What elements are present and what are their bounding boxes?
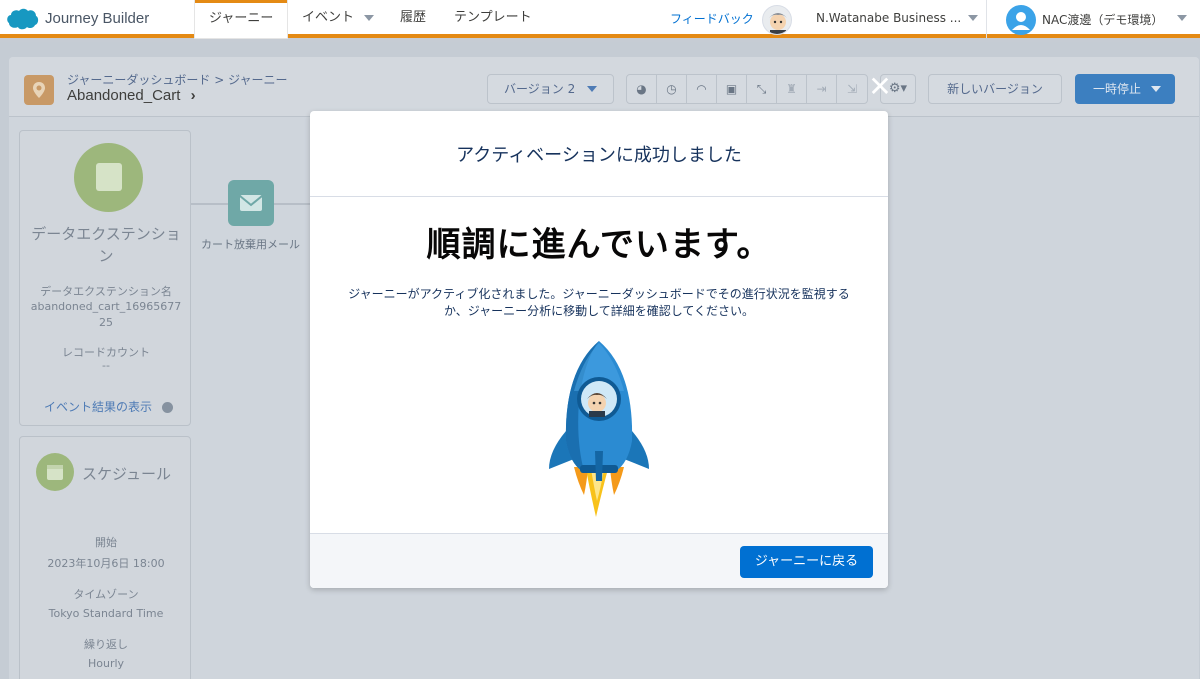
version-label: バージョン 2 [504, 82, 576, 96]
modal-heading: 順調に進んでいます。 [426, 225, 772, 265]
timezone-label: タイムゾーン [73, 588, 139, 601]
pie-chart-icon[interactable]: ◕ [627, 75, 657, 103]
event-results-link[interactable]: イベント結果の表示 [44, 398, 174, 415]
de-name-label: データエクステンション名 [40, 285, 172, 298]
exit-icon[interactable]: ⇥ [807, 75, 837, 103]
modal-body: 順調に進んでいます。 ジャーニーがアクティブ化されました。ジャーニーダッシュボー… [310, 197, 888, 533]
chevron-down-icon [364, 14, 375, 21]
start-value: 2023年10月6日 18:00 [47, 557, 165, 570]
new-version-button[interactable]: 新しいバージョン [928, 74, 1062, 104]
avatar[interactable] [762, 5, 792, 35]
tab-label: テンプレート [454, 10, 532, 25]
chevron-down-icon [1151, 86, 1161, 92]
astro-avatar-icon [769, 13, 787, 34]
chevron-down-icon[interactable] [968, 15, 978, 21]
close-icon[interactable]: ✕ [868, 73, 892, 101]
modal-title: アクティベーションに成功しました [310, 111, 888, 197]
de-name-value: abandoned_cart_16965677 25 [30, 300, 182, 329]
gauge-icon[interactable]: ◠ [687, 75, 717, 103]
email-activity-label[interactable]: カート放棄用メール [198, 237, 303, 252]
modal-footer: ジャーニーに戻る [310, 533, 888, 588]
event-results-label: イベント結果の表示 [44, 400, 153, 414]
account-avatar[interactable] [1006, 5, 1036, 35]
version-select[interactable]: バージョン 2 [487, 74, 614, 104]
business-unit-selector[interactable]: N.Watanabe Business ... [816, 11, 961, 25]
data-extension-icon [74, 143, 143, 212]
calendar-icon [36, 453, 74, 491]
pause-button[interactable]: 一時停止 [1075, 74, 1175, 104]
journey-toolbar: ◕ ◷ ◠ ▣ ⤡ ♜ ⇥ ⇲ [626, 74, 868, 104]
brand[interactable]: Journey Builder [6, 7, 149, 30]
tab-events[interactable]: イベント [288, 0, 388, 38]
info-icon[interactable] [162, 402, 174, 413]
salesforce-cloud-icon [7, 8, 39, 30]
account-name[interactable]: NAC渡邊（デモ環境） [1042, 11, 1163, 28]
divider [986, 0, 987, 38]
top-navigation: Journey Builder ジャーニー イベント 履歴 テンプレート フィー… [0, 0, 1200, 38]
user-icon [1012, 12, 1030, 30]
schedule-title: スケジュール [82, 465, 171, 483]
collapse-icon[interactable]: ⤡ [747, 75, 777, 103]
description-line: か、ジャーニー分析に移動して詳細を確認してください。 [443, 304, 755, 318]
repeat-label: 繰り返し [84, 638, 128, 651]
record-count-value: -- [102, 359, 110, 372]
entry-source-panel[interactable]: データエクステンション データエクステンション名 abandoned_cart_… [19, 130, 191, 426]
map-pin-icon [24, 75, 54, 105]
back-to-journey-button[interactable]: ジャーニーに戻る [740, 546, 873, 578]
app-name: Journey Builder [45, 10, 150, 27]
breadcrumb[interactable]: ジャーニーダッシュボード > ジャーニー [67, 71, 288, 88]
export-icon[interactable]: ⇲ [837, 75, 867, 103]
entry-source-title: データエクステンション [31, 225, 181, 265]
start-label: 開始 [95, 536, 117, 549]
email-icon [239, 195, 263, 211]
chevron-down-icon[interactable] [1177, 15, 1187, 21]
journey-name-label: Abandoned_Cart [67, 87, 181, 104]
record-count-label: レコードカウント [62, 346, 150, 359]
rocket-illustration-icon [549, 341, 649, 517]
description-line: ジャーニーがアクティブ化されました。ジャーニーダッシュボードでその進行状況を監視… [348, 287, 850, 301]
pause-label: 一時停止 [1093, 82, 1142, 96]
chevron-down-icon [587, 86, 597, 92]
history-icon[interactable]: ◷ [657, 75, 687, 103]
feedback-link[interactable]: フィードバック [670, 10, 754, 27]
activation-success-modal: アクティベーションに成功しました 順調に進んでいます。 ジャーニーがアクティブ化… [310, 111, 888, 588]
tab-label: 履歴 [400, 10, 427, 25]
camera-icon[interactable]: ▣ [717, 75, 747, 103]
chevron-right-icon: › [190, 87, 196, 104]
schedule-panel[interactable]: スケジュール 開始 2023年10月6日 18:00 タイムゾーン Tokyo … [19, 436, 191, 679]
timezone-value: Tokyo Standard Time [48, 607, 164, 620]
tab-templates[interactable]: テンプレート [440, 0, 546, 38]
repeat-value: Hourly [87, 657, 125, 670]
tab-label: ジャーニー [209, 11, 274, 26]
tab-journey[interactable]: ジャーニー [195, 0, 288, 38]
tab-label: イベント [302, 10, 355, 25]
email-activity[interactable] [228, 180, 274, 226]
tab-history[interactable]: 履歴 [386, 0, 440, 38]
modal-description: ジャーニーがアクティブ化されました。ジャーニーダッシュボードでその進行状況を監視… [334, 286, 864, 320]
page-title[interactable]: Abandoned_Cart › [67, 87, 196, 104]
trophy-icon[interactable]: ♜ [777, 75, 807, 103]
